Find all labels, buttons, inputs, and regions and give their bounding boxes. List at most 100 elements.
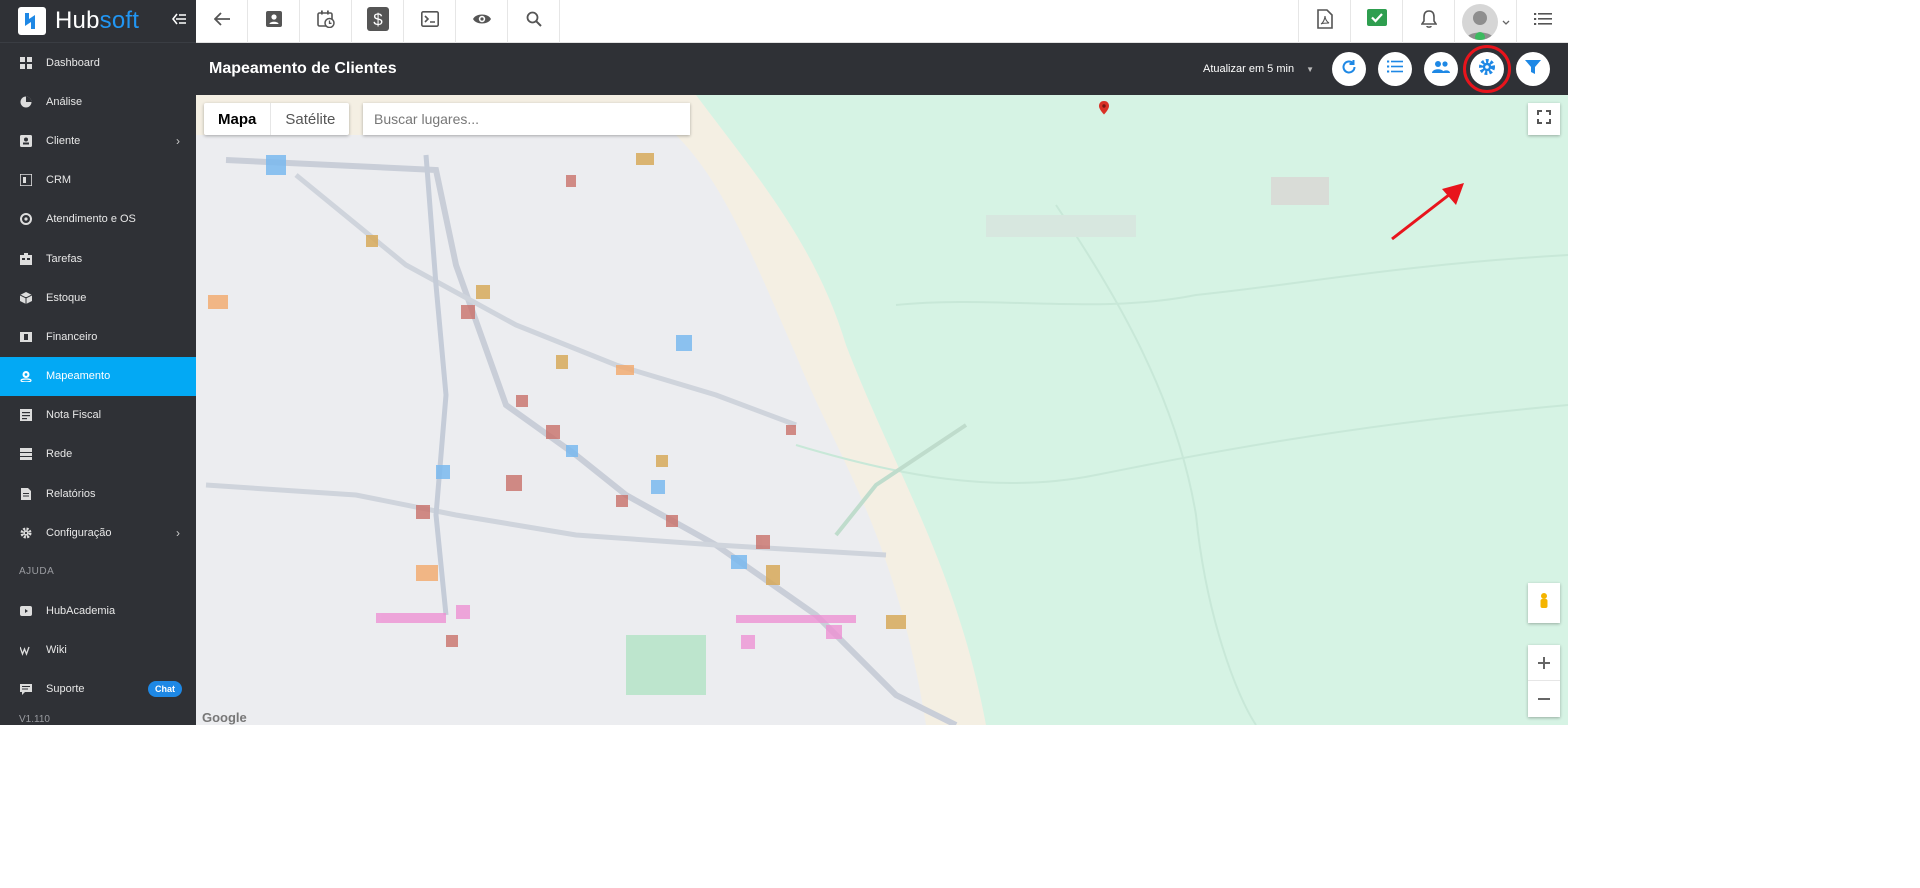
- logo-icon: [18, 7, 46, 35]
- wiki-icon: [19, 643, 33, 657]
- google-logo: Google: [202, 710, 247, 725]
- sidebar-item-atendimento[interactable]: Atendimento e OS: [0, 200, 196, 239]
- sidebar-item-rede[interactable]: Rede: [0, 435, 196, 474]
- caret-down-icon: ▼: [1306, 64, 1314, 74]
- map-settings-button[interactable]: [1463, 45, 1511, 93]
- sidebar-item-label: Wiki: [46, 644, 67, 657]
- contact-card-icon: [265, 11, 282, 32]
- invoice-icon: [19, 408, 33, 422]
- sidebar-item-crm[interactable]: CRM: [0, 161, 196, 200]
- money-icon: [19, 330, 33, 344]
- contacts-button[interactable]: [248, 0, 300, 43]
- sidebar-item-label: Rede: [46, 448, 73, 461]
- sidebar-item-label: Atendimento e OS: [46, 213, 136, 226]
- sidebar-item-label: HubAcademia: [46, 605, 116, 618]
- map-type-toggle: Mapa Satélite: [204, 103, 350, 135]
- sidebar-item-label: Tarefas: [46, 252, 83, 265]
- gear-icon: [1478, 58, 1496, 81]
- sidebar-section-help: AJUDA: [19, 566, 55, 578]
- filter-icon: [1525, 59, 1541, 80]
- brand-name-part1: Hub: [55, 7, 100, 34]
- list-icon: [1533, 12, 1552, 31]
- svg-text:$: $: [373, 10, 383, 29]
- tasks-icon: [19, 252, 33, 266]
- sidebar-item-suporte[interactable]: Suporte Chat: [0, 670, 196, 709]
- zoom-in-button[interactable]: [1528, 645, 1560, 681]
- sidebar-item-tarefas[interactable]: Tarefas: [0, 239, 196, 278]
- view-button[interactable]: [456, 0, 508, 43]
- chevron-right-icon: ›: [176, 525, 180, 540]
- toolbar-right-group: [1298, 0, 1568, 43]
- tasks-check-button[interactable]: [1350, 0, 1402, 43]
- page-header: Mapeamento de Clientes Atualizar em 5 mi…: [196, 43, 1568, 95]
- sidebar-item-dashboard[interactable]: Dashboard: [0, 43, 196, 82]
- notifications-button[interactable]: [1402, 0, 1454, 43]
- chat-icon: [19, 682, 33, 696]
- sidebar-item-analise[interactable]: Análise: [0, 82, 196, 121]
- sidebar-menu: Dashboard Análise Cliente › CRM Atendime…: [0, 43, 196, 709]
- sidebar-item-label: Dashboard: [46, 56, 100, 69]
- bell-icon: [1420, 10, 1437, 33]
- terminal-button[interactable]: [404, 0, 456, 43]
- map-type-satellite-button[interactable]: Satélite: [271, 103, 349, 135]
- refresh-interval-select[interactable]: Atualizar em 5 min ▼: [1203, 63, 1314, 75]
- avatar: [1461, 3, 1498, 40]
- sidebar-item-hubacademia[interactable]: HubAcademia: [0, 591, 196, 630]
- back-button[interactable]: [196, 0, 248, 43]
- finance-button[interactable]: $: [352, 0, 404, 43]
- dollar-icon: $: [366, 7, 389, 36]
- pegman-control[interactable]: [1528, 583, 1560, 623]
- sidebar-item-mapeamento[interactable]: Mapeamento: [0, 356, 196, 396]
- sidebar-item-nota-fiscal[interactable]: Nota Fiscal: [0, 396, 196, 435]
- gear-icon: [19, 526, 33, 540]
- sidebar-item-financeiro[interactable]: Financeiro: [0, 317, 196, 356]
- filter-button[interactable]: [1516, 52, 1550, 86]
- sidebar-item-label: Suporte: [46, 683, 85, 696]
- search-icon: [526, 11, 542, 32]
- pdf-button[interactable]: [1298, 0, 1350, 43]
- network-icon: [19, 447, 33, 461]
- pie-chart-icon: [19, 95, 33, 109]
- calendar-clock-icon: [316, 10, 335, 33]
- list-view-button[interactable]: [1378, 52, 1412, 86]
- sidebar: Hubsoft Dashboard Análise Cliente › CRM …: [0, 0, 196, 725]
- list-menu-button[interactable]: [1516, 0, 1568, 43]
- brand-name: Hubsoft: [55, 7, 139, 35]
- check-square-icon: [1366, 9, 1387, 34]
- chat-badge[interactable]: Chat: [148, 681, 182, 698]
- sidebar-item-label: Análise: [46, 95, 83, 108]
- map-type-map-button[interactable]: Mapa: [204, 103, 272, 135]
- play-icon: [19, 604, 33, 618]
- pdf-file-icon: [1316, 9, 1333, 34]
- clients-button[interactable]: [1424, 52, 1458, 86]
- sidebar-item-estoque[interactable]: Estoque: [0, 278, 196, 317]
- sidebar-item-cliente[interactable]: Cliente ›: [0, 121, 196, 160]
- fullscreen-button[interactable]: [1528, 103, 1560, 135]
- sidebar-item-label: Financeiro: [46, 330, 98, 343]
- map-pin-icon: [19, 369, 33, 383]
- fullscreen-icon: [1537, 109, 1551, 129]
- refresh-button[interactable]: [1332, 52, 1366, 86]
- chevron-right-icon: ›: [176, 133, 180, 148]
- contact-card-icon: [19, 134, 33, 148]
- top-toolbar: $: [196, 0, 1568, 43]
- zoom-out-button[interactable]: [1528, 681, 1560, 717]
- sidebar-item-configuracao[interactable]: Configuração ›: [0, 513, 196, 552]
- sidebar-item-label: Cliente: [46, 134, 81, 147]
- user-menu-button[interactable]: [1454, 0, 1516, 43]
- sidebar-item-relatorios[interactable]: Relatórios: [0, 474, 196, 513]
- sidebar-item-label: CRM: [46, 174, 72, 187]
- search-places-input[interactable]: [363, 103, 690, 135]
- sidebar-item-label: Relatórios: [46, 487, 96, 500]
- arrow-left-icon: [213, 12, 230, 31]
- schedule-button[interactable]: [300, 0, 352, 43]
- sidebar-item-label: Configuração: [46, 526, 112, 539]
- users-icon: [1432, 60, 1450, 78]
- sidebar-item-wiki[interactable]: Wiki: [0, 631, 196, 670]
- search-button[interactable]: [508, 0, 560, 43]
- gear-clock-icon: [19, 212, 33, 226]
- box-icon: [19, 291, 33, 305]
- map-marker-icon[interactable]: [1099, 101, 1109, 115]
- map-canvas[interactable]: Mapa Satélite Google: [196, 95, 1568, 725]
- collapse-sidebar-icon[interactable]: [171, 12, 186, 30]
